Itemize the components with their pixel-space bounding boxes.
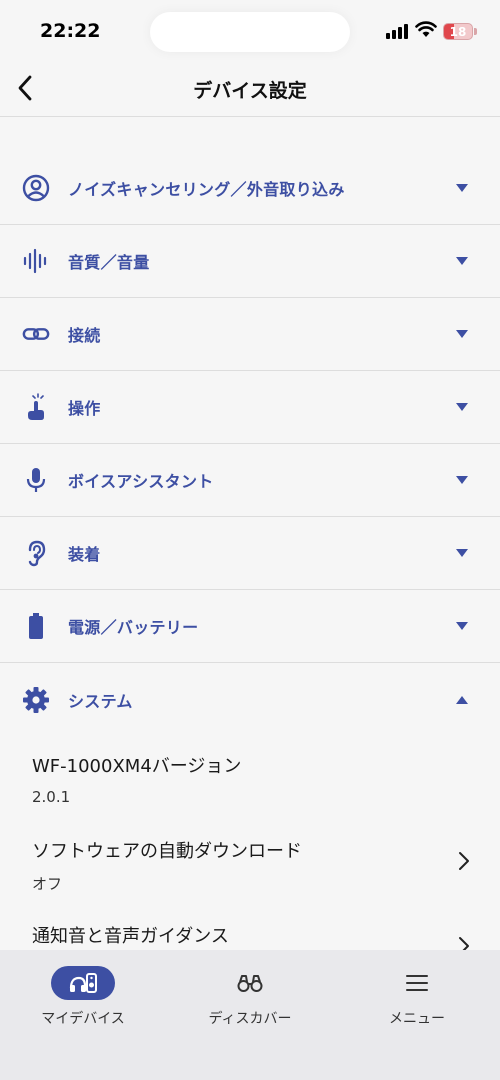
ear-icon bbox=[22, 539, 50, 567]
microphone-icon bbox=[22, 466, 50, 494]
active-tab-pill bbox=[51, 966, 115, 1000]
setting-title: WF-1000XM4バージョン bbox=[32, 756, 242, 777]
tab-menu[interactable]: メニュー bbox=[334, 950, 500, 1080]
section-label: ボイスアシスタント bbox=[68, 472, 214, 491]
tab-my-device[interactable]: マイデバイス bbox=[0, 950, 166, 1080]
tab-label: ディスカバー bbox=[208, 1011, 292, 1027]
wifi-icon bbox=[415, 21, 437, 37]
caret-down-icon bbox=[456, 622, 468, 630]
chevron-right-icon bbox=[459, 852, 469, 870]
tab-label: メニュー bbox=[389, 1011, 445, 1027]
caret-down-icon bbox=[456, 257, 468, 265]
battery-indicator: 18 bbox=[443, 23, 473, 40]
caret-down-icon bbox=[456, 330, 468, 338]
cellular-signal-icon bbox=[386, 23, 408, 39]
section-label: 電源／バッテリー bbox=[68, 618, 199, 637]
section-noise-cancelling[interactable]: ノイズキャンセリング／外音取り込み bbox=[0, 152, 500, 225]
section-label: 接続 bbox=[68, 326, 101, 345]
link-icon bbox=[22, 320, 50, 348]
setting-title: ソフトウェアの自動ダウンロード bbox=[32, 841, 302, 862]
page-title: デバイス設定 bbox=[193, 80, 307, 102]
caret-down-icon bbox=[456, 403, 468, 411]
section-label: 操作 bbox=[68, 399, 101, 418]
caret-down-icon bbox=[456, 549, 468, 557]
section-connection[interactable]: 接続 bbox=[0, 298, 500, 371]
tab-icon-wrap bbox=[218, 966, 282, 1000]
tab-discover[interactable]: ディスカバー bbox=[167, 950, 333, 1080]
headphones-device-icon bbox=[69, 973, 97, 993]
dynamic-island bbox=[150, 12, 350, 52]
section-label: システム bbox=[68, 691, 133, 711]
bottom-tab-bar: マイデバイス ディスカバー メニュー bbox=[0, 950, 500, 1080]
system-item-auto-download[interactable]: ソフトウェアの自動ダウンロード オフ bbox=[0, 821, 500, 906]
battery-percent: 18 bbox=[449, 25, 467, 39]
system-item-firmware-version: WF-1000XM4バージョン 2.0.1 bbox=[0, 736, 500, 821]
setting-title: 通知音と音声ガイダンス bbox=[32, 926, 229, 947]
touch-icon bbox=[22, 393, 50, 421]
section-wearing[interactable]: 装着 bbox=[0, 517, 500, 590]
navigation-bar: デバイス設定 bbox=[0, 62, 500, 117]
section-label: ノイズキャンセリング／外音取り込み bbox=[68, 180, 345, 199]
battery-icon bbox=[22, 612, 50, 640]
section-controls[interactable]: 操作 bbox=[0, 371, 500, 444]
section-label: 音質／音量 bbox=[68, 253, 150, 272]
section-power-battery[interactable]: 電源／バッテリー bbox=[0, 590, 500, 663]
sound-wave-icon bbox=[22, 247, 50, 275]
setting-value: 2.0.1 bbox=[32, 788, 71, 806]
user-circle-icon bbox=[22, 174, 50, 202]
section-system[interactable]: システム bbox=[0, 663, 500, 736]
section-voice-assistant[interactable]: ボイスアシスタント bbox=[0, 444, 500, 517]
caret-up-icon bbox=[456, 695, 468, 704]
gear-icon bbox=[22, 686, 50, 714]
section-label: 装着 bbox=[68, 545, 101, 564]
section-sound-quality[interactable]: 音質／音量 bbox=[0, 225, 500, 298]
hamburger-menu-icon bbox=[406, 975, 428, 991]
setting-value: オフ bbox=[32, 875, 63, 893]
caret-down-icon bbox=[456, 476, 468, 484]
status-bar: 22:22 18 bbox=[0, 0, 500, 62]
status-time: 22:22 bbox=[40, 20, 101, 42]
settings-list: ノイズキャンセリング／外音取り込み 音質／音量 接続 操作 ボイスアシスタント … bbox=[0, 152, 500, 991]
tab-label: マイデバイス bbox=[41, 1011, 125, 1027]
binoculars-icon bbox=[237, 975, 263, 992]
tab-icon-wrap bbox=[385, 966, 449, 1000]
caret-down-icon bbox=[456, 184, 468, 192]
battery-tip bbox=[474, 28, 477, 35]
